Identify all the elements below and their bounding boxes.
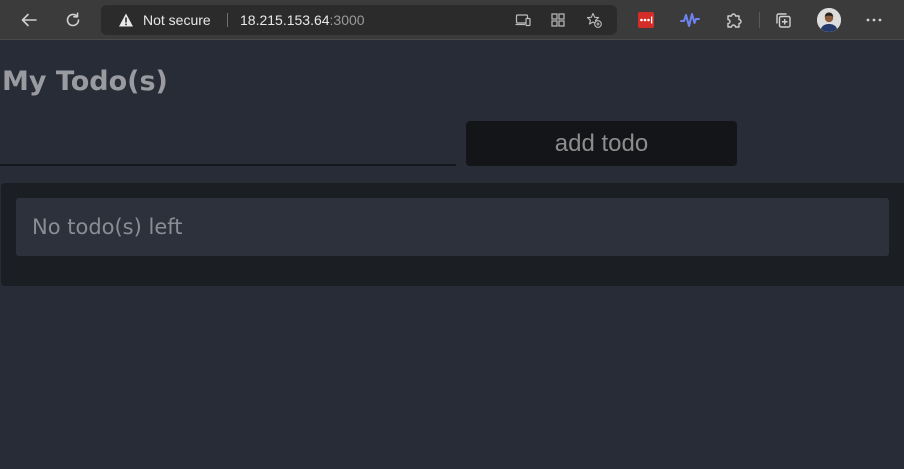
address-bar[interactable]: Not secure 18.215.153.64:3000 <box>101 5 617 35</box>
reload-icon <box>66 12 80 27</box>
url-port: :3000 <box>329 12 365 28</box>
more-button[interactable] <box>862 8 886 32</box>
url-host: 18.215.153.64 <box>240 12 330 28</box>
collections-button[interactable] <box>771 8 795 32</box>
add-todo-button[interactable]: add todo <box>466 121 737 166</box>
extensions-button[interactable] <box>722 8 746 32</box>
profile-avatar-icon <box>817 8 841 32</box>
collections-icon <box>776 13 791 28</box>
back-button[interactable] <box>17 8 41 32</box>
wave-icon <box>680 13 700 27</box>
url-text[interactable]: 18.215.153.64:3000 <box>240 11 365 29</box>
favorite-star-icon[interactable] <box>586 12 602 28</box>
security-status-text[interactable]: Not secure <box>143 11 211 29</box>
address-divider <box>227 13 228 27</box>
lastpass-button[interactable] <box>634 8 658 32</box>
wave-extension-button[interactable] <box>678 8 702 32</box>
toolbar-separator <box>759 12 760 28</box>
reload-button[interactable] <box>61 8 85 32</box>
more-dots-icon <box>866 18 882 22</box>
arrow-left-icon <box>21 13 37 27</box>
todo-list: No todo(s) left <box>1 183 904 286</box>
empty-state-message: No todo(s) left <box>16 198 889 256</box>
page-title: My Todo(s) <box>2 66 168 97</box>
app-available-icon[interactable] <box>515 12 531 28</box>
todo-input[interactable] <box>0 122 456 166</box>
puzzle-icon <box>727 13 742 28</box>
browser-toolbar: Not secure 18.215.153.64:3000 <box>0 0 904 40</box>
profile-avatar[interactable] <box>817 8 841 32</box>
warning-triangle-icon[interactable] <box>118 12 134 28</box>
lastpass-icon <box>638 12 654 28</box>
apps-grid-icon[interactable] <box>550 12 566 28</box>
